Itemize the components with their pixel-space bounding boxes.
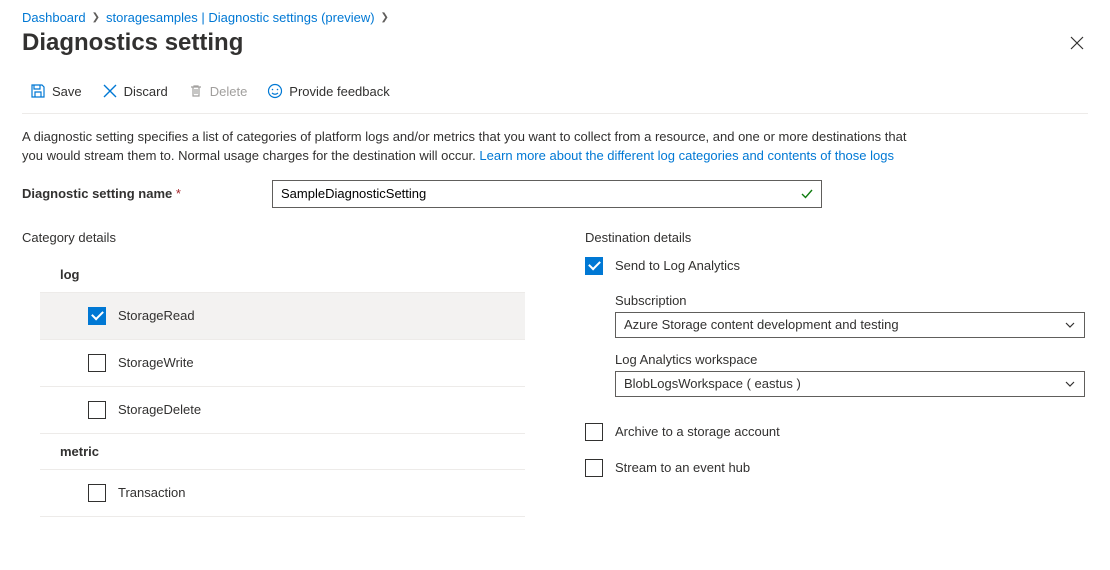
delete-button: Delete (188, 83, 248, 99)
delete-label: Delete (210, 84, 248, 99)
stream-event-hub-label: Stream to an event hub (615, 460, 750, 475)
log-label: StorageRead (118, 308, 195, 323)
learn-more-link[interactable]: Learn more about the different log categ… (479, 148, 894, 163)
description-text: A diagnostic setting specifies a list of… (22, 128, 922, 166)
checkbox-checked[interactable] (585, 257, 603, 275)
category-details-column: Category details log StorageRead Storage… (22, 230, 525, 517)
setting-name-input[interactable] (272, 180, 822, 208)
discard-label: Discard (124, 84, 168, 99)
subscription-value: Azure Storage content development and te… (624, 317, 899, 332)
delete-icon (188, 83, 204, 99)
save-icon (30, 83, 46, 99)
workspace-value: BlobLogsWorkspace ( eastus ) (624, 376, 801, 391)
workspace-label: Log Analytics workspace (615, 352, 1088, 367)
archive-storage-row[interactable]: Archive to a storage account (585, 423, 1088, 441)
subscription-label: Subscription (615, 293, 1088, 308)
checkbox-unchecked[interactable] (88, 484, 106, 502)
metric-transaction-row[interactable]: Transaction (40, 470, 525, 517)
log-label: StorageDelete (118, 402, 201, 417)
save-label: Save (52, 84, 82, 99)
breadcrumb: Dashboard ❯ storagesamples | Diagnostic … (22, 10, 1088, 25)
breadcrumb-link-dashboard[interactable]: Dashboard (22, 10, 86, 25)
archive-storage-label: Archive to a storage account (615, 424, 780, 439)
discard-button[interactable]: Discard (102, 83, 168, 99)
breadcrumb-link-storagesamples[interactable]: storagesamples | Diagnostic settings (pr… (106, 10, 375, 25)
destination-details-title: Destination details (585, 230, 1088, 245)
workspace-select[interactable]: BlobLogsWorkspace ( eastus ) (615, 371, 1085, 397)
destination-details-column: Destination details Send to Log Analytic… (585, 230, 1088, 517)
checkbox-unchecked[interactable] (88, 354, 106, 372)
check-icon (800, 187, 814, 201)
chevron-right-icon: ❯ (381, 12, 389, 23)
chevron-right-icon: ❯ (92, 12, 100, 23)
save-button[interactable]: Save (30, 83, 82, 99)
discard-icon (102, 83, 118, 99)
metric-group-label: metric (40, 434, 525, 470)
log-group-label: log (40, 257, 525, 293)
feedback-icon (267, 83, 283, 99)
category-details-title: Category details (22, 230, 525, 245)
page-title: Diagnostics setting (22, 29, 243, 57)
checkbox-unchecked[interactable] (585, 459, 603, 477)
log-storagedelete-row[interactable]: StorageDelete (40, 387, 525, 434)
log-storageread-row[interactable]: StorageRead (40, 293, 525, 340)
log-storagewrite-row[interactable]: StorageWrite (40, 340, 525, 387)
log-label: StorageWrite (118, 355, 194, 370)
chevron-down-icon (1064, 378, 1076, 390)
close-icon[interactable] (1066, 32, 1088, 54)
feedback-label: Provide feedback (289, 84, 389, 99)
checkbox-unchecked[interactable] (88, 401, 106, 419)
chevron-down-icon (1064, 319, 1076, 331)
feedback-button[interactable]: Provide feedback (267, 83, 389, 99)
checkbox-unchecked[interactable] (585, 423, 603, 441)
setting-name-label: Diagnostic setting name * (22, 186, 272, 201)
toolbar: Save Discard Delete Provide feedback (22, 75, 1088, 114)
subscription-select[interactable]: Azure Storage content development and te… (615, 312, 1085, 338)
metric-label: Transaction (118, 485, 185, 500)
send-log-analytics-row[interactable]: Send to Log Analytics (585, 257, 1088, 275)
send-log-analytics-label: Send to Log Analytics (615, 258, 740, 273)
checkbox-checked[interactable] (88, 307, 106, 325)
stream-event-hub-row[interactable]: Stream to an event hub (585, 459, 1088, 477)
